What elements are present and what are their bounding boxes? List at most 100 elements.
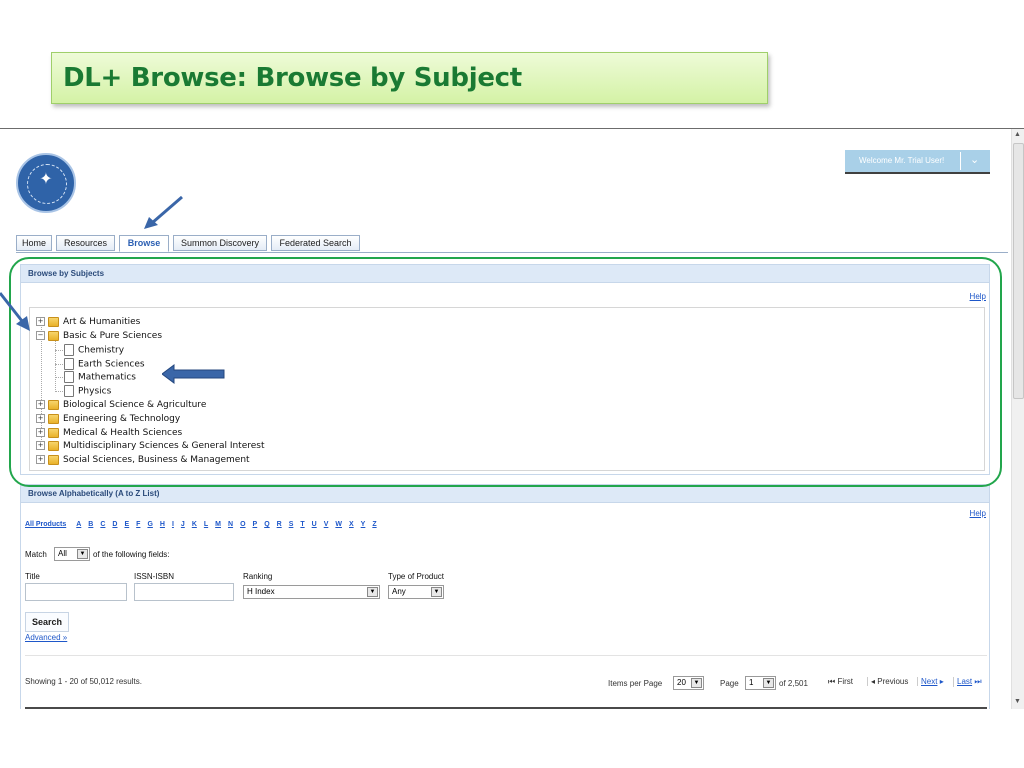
ranking-label: Ranking <box>243 572 273 581</box>
match-select[interactable]: All ▼ <box>54 547 90 561</box>
items-per-page-label: Items per Page <box>608 679 663 688</box>
page-select[interactable]: 1 ▼ <box>745 676 776 690</box>
dropdown-arrow-icon[interactable]: ▼ <box>691 678 702 688</box>
user-menu-divider <box>960 152 961 170</box>
select-value: 20 <box>677 678 686 687</box>
letter-link[interactable]: R <box>277 521 282 528</box>
pager-label: Previous <box>877 677 909 686</box>
results-count: Showing 1 - 20 of 50,012 results. <box>25 677 142 686</box>
letter-link[interactable]: G <box>147 521 152 528</box>
letter-link[interactable]: H <box>160 521 165 528</box>
all-products-link[interactable]: All Products <box>25 521 66 528</box>
tab-label: Federated Search <box>279 238 352 248</box>
tab-browse[interactable]: Browse <box>119 235 169 252</box>
letter-link[interactable]: A <box>76 521 81 528</box>
slide-title: DL+ Browse: Browse by Subject <box>63 63 522 93</box>
letter-link[interactable]: E <box>124 521 129 528</box>
letter-link[interactable]: Q <box>264 521 269 528</box>
letter-link[interactable]: O <box>240 521 245 528</box>
letter-link[interactable]: F <box>136 521 140 528</box>
letter-link[interactable]: L <box>204 521 208 528</box>
title-input[interactable] <box>25 583 127 601</box>
letter-link[interactable]: P <box>253 521 258 528</box>
letter-link[interactable]: W <box>335 521 342 528</box>
type-label: Type of Product <box>388 572 445 581</box>
dropdown-arrow-icon[interactable]: ▼ <box>367 587 378 597</box>
pager-label: Next <box>921 677 938 686</box>
letter-link[interactable]: K <box>192 521 197 528</box>
items-per-page-select[interactable]: 20 ▼ <box>673 676 704 690</box>
scroll-down-icon[interactable]: ▼ <box>1014 698 1021 705</box>
first-page-button[interactable]: ⏮ First <box>828 677 853 687</box>
tab-resources[interactable]: Resources <box>56 235 115 251</box>
tab-label: Browse <box>127 238 161 248</box>
scroll-thumb[interactable] <box>1013 143 1024 399</box>
title-label: Title <box>25 572 40 581</box>
next-page-button[interactable]: Next ▸ <box>917 677 944 686</box>
advanced-search-link[interactable]: Advanced » <box>25 633 67 642</box>
chevron-down-icon[interactable]: ⌄ <box>970 153 979 166</box>
first-page-icon: ⏮ <box>828 677 836 686</box>
select-value: H Index <box>247 587 275 596</box>
search-button[interactable]: Search <box>25 612 70 632</box>
ranking-select[interactable]: H Index ▼ <box>243 585 380 599</box>
letter-link[interactable]: C <box>100 521 105 528</box>
letter-link[interactable]: J <box>181 521 185 528</box>
letter-link[interactable]: I <box>172 521 174 528</box>
match-label: Match <box>25 550 47 559</box>
match-suffix: of the following fields: <box>93 550 170 559</box>
letter-link[interactable]: D <box>112 521 117 528</box>
tab-label: Resources <box>63 238 108 248</box>
dropdown-arrow-icon[interactable]: ▼ <box>763 678 774 688</box>
issn-label: ISSN-ISBN <box>134 572 175 581</box>
select-value: Any <box>392 587 406 596</box>
letter-link[interactable]: B <box>88 521 93 528</box>
annotation-arrow-left-icon <box>162 364 225 384</box>
a-to-z-list: All Products A B C D E F G H I J K L M N O P Q R S T U V W X Y Z <box>25 521 384 528</box>
user-menu[interactable]: Welcome Mr. Trial User! ⌄ <box>845 150 990 174</box>
letter-link[interactable]: Y <box>361 521 366 528</box>
dropdown-arrow-icon[interactable]: ▼ <box>77 549 88 559</box>
letter-link[interactable]: U <box>312 521 317 528</box>
letter-link[interactable]: T <box>300 521 304 528</box>
slide-title-box: DL+ Browse: Browse by Subject <box>51 52 768 104</box>
logo-emblem-icon: ✦ <box>39 171 53 188</box>
issn-input[interactable] <box>134 583 234 601</box>
tab-label: Summon Discovery <box>180 238 260 248</box>
panel-title: Browse Alphabetically (A to Z List) <box>21 485 989 503</box>
letter-link[interactable]: M <box>215 521 221 528</box>
tab-home[interactable]: Home <box>16 235 52 251</box>
pager-label: First <box>837 677 853 686</box>
type-select[interactable]: Any ▼ <box>388 585 444 599</box>
tab-summon-discovery[interactable]: Summon Discovery <box>173 235 267 251</box>
scroll-up-icon[interactable]: ▲ <box>1014 131 1021 138</box>
highlight-ring <box>9 257 1002 487</box>
previous-page-button[interactable]: ◂ Previous <box>867 677 908 686</box>
select-value: 1 <box>749 678 754 687</box>
annotation-arrow-diagonal-icon <box>0 292 30 331</box>
vertical-scrollbar[interactable]: ▲ ▼ <box>1011 129 1024 709</box>
browse-alpha-panel: Browse Alphabetically (A to Z List) Help… <box>20 484 990 709</box>
letter-link[interactable]: V <box>324 521 329 528</box>
tab-federated-search[interactable]: Federated Search <box>271 235 360 251</box>
letter-link[interactable]: S <box>289 521 294 528</box>
tabs-divider <box>16 252 1008 253</box>
university-logo[interactable]: ✦ <box>16 153 76 213</box>
welcome-text: Welcome Mr. Trial User! <box>859 156 945 165</box>
select-value: All <box>58 549 67 558</box>
last-page-icon: ⏭ <box>974 677 982 686</box>
section-divider <box>25 655 987 656</box>
page-count: of 2,501 <box>779 679 808 688</box>
chevron-right-icon: ▸ <box>939 677 944 686</box>
page-label: Page <box>720 679 739 688</box>
letter-link[interactable]: N <box>228 521 233 528</box>
last-page-button[interactable]: Last ⏭ <box>953 677 982 687</box>
results-table-header <box>25 707 987 709</box>
letter-link[interactable]: X <box>349 521 354 528</box>
pager-label: Last <box>957 677 973 686</box>
help-link[interactable]: Help <box>970 509 986 518</box>
tab-label: Home <box>21 238 46 248</box>
letter-link[interactable]: Z <box>372 521 376 528</box>
chevron-left-icon: ◂ <box>871 677 876 686</box>
dropdown-arrow-icon[interactable]: ▼ <box>431 587 442 597</box>
